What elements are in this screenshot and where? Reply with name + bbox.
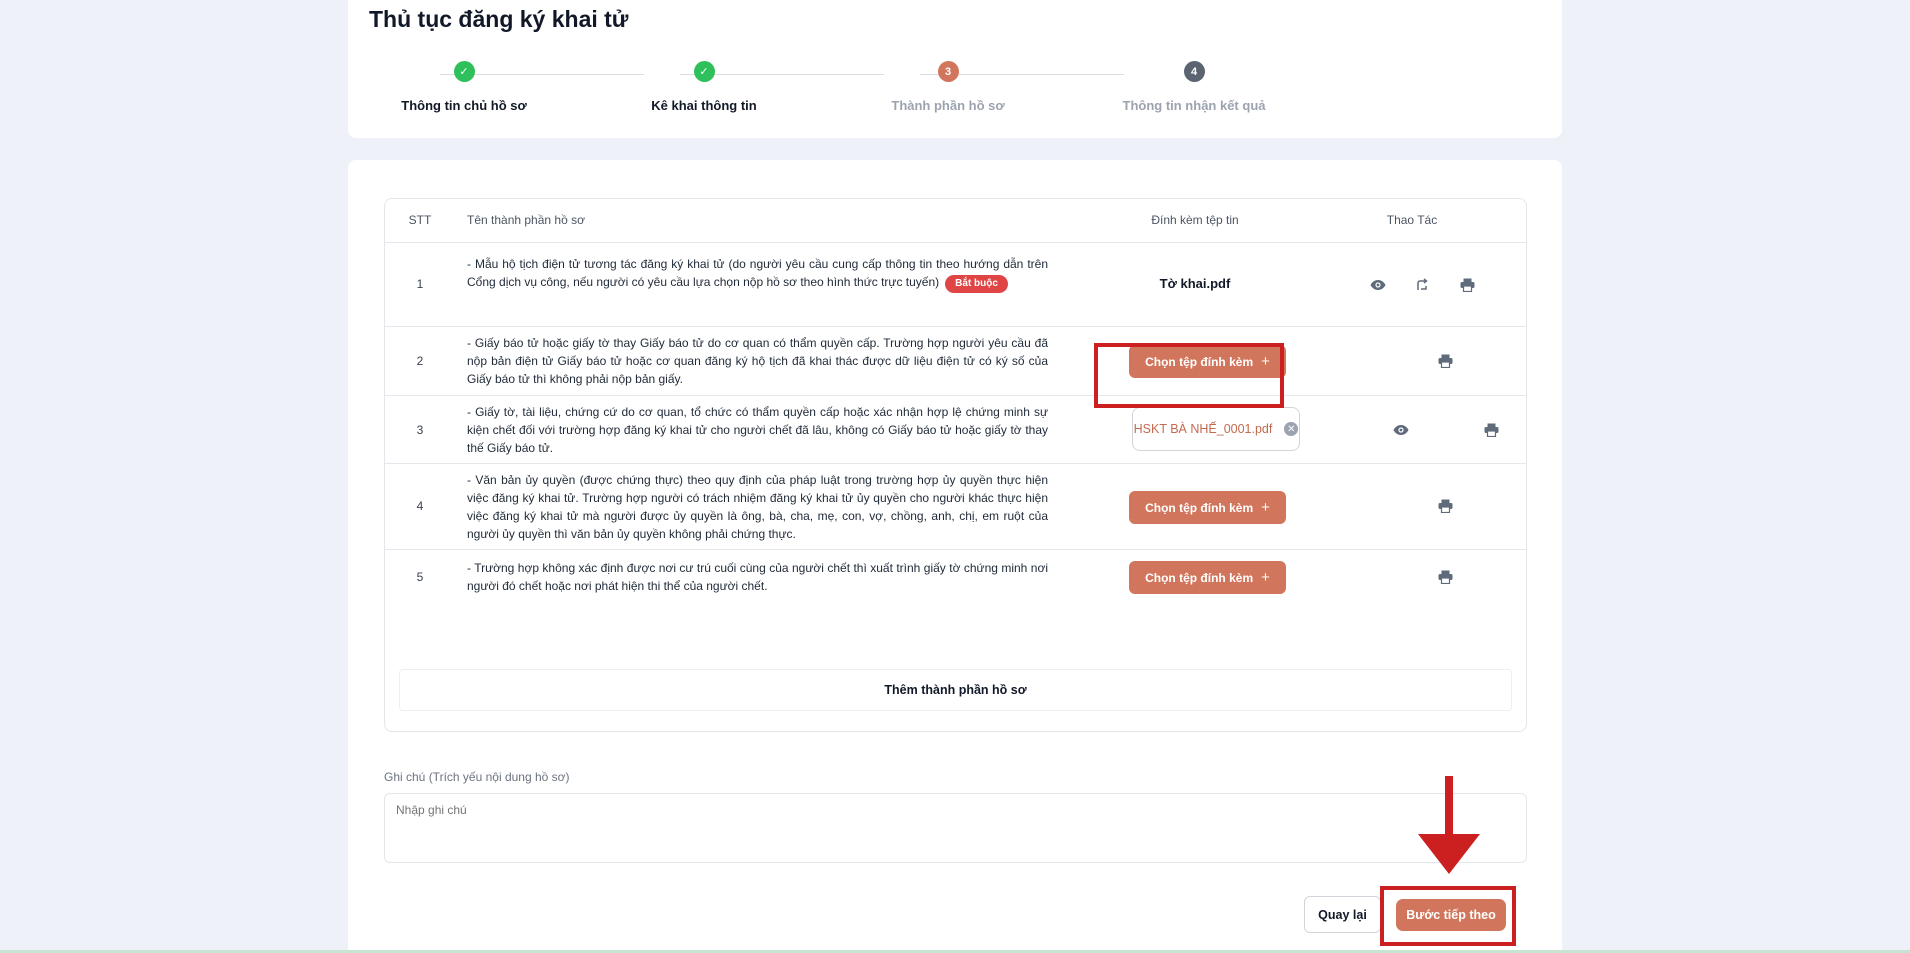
step-label: Thông tin chủ hồ sơ: [401, 98, 527, 113]
step-number: 4: [1183, 61, 1205, 82]
note-textarea[interactable]: [384, 793, 1527, 863]
step-label: Thông tin nhận kết quả: [1122, 98, 1266, 113]
note-label: Ghi chú (Trích yếu nội dung hồ sơ): [384, 770, 570, 784]
arrow-down-icon: [1418, 776, 1480, 874]
document-name: - Trường hợp không xác định được nơi cư …: [467, 561, 1048, 593]
documents-card: STT Tên thành phần hồ sơ Đính kèm tệp ti…: [348, 160, 1562, 953]
step-declare-info[interactable]: ✓ Kê khai thông tin: [584, 61, 824, 113]
column-attachment: Đính kèm tệp tin: [1151, 213, 1239, 227]
printer-icon[interactable]: [1437, 498, 1453, 514]
back-button[interactable]: Quay lại: [1304, 896, 1381, 933]
document-name: - Mẫu hộ tịch điện tử tương tác đăng ký …: [467, 255, 1048, 293]
table-row: 5 - Trường hợp không xác định được nơi c…: [385, 549, 1526, 603]
column-actions: Thao Tác: [1386, 213, 1438, 227]
printer-icon[interactable]: [1483, 422, 1499, 438]
printer-icon[interactable]: [1437, 353, 1453, 369]
required-badge: Bắt buộc: [945, 275, 1008, 293]
attached-file-link[interactable]: Tờ khai.pdf: [1105, 276, 1285, 291]
table-row: 2 - Giấy báo tử hoặc giấy tờ thay Giấy b…: [385, 326, 1526, 395]
attached-file-chip[interactable]: HSKT BÀ NHẾ_0001.pdf ✕: [1132, 407, 1300, 451]
table-header: STT Tên thành phần hồ sơ Đính kèm tệp ti…: [385, 199, 1526, 242]
replace-icon[interactable]: [1414, 277, 1430, 293]
step-label: Thành phần hồ sơ: [891, 98, 1005, 113]
row-number: 4: [416, 499, 424, 513]
highlight-box-next-button: [1380, 886, 1516, 946]
add-document-button[interactable]: Thêm thành phần hồ sơ: [399, 669, 1512, 711]
choose-file-button[interactable]: Chọn tệp đính kèm +: [1129, 491, 1286, 524]
document-name: - Giấy tờ, tài liệu, chứng cứ do cơ quan…: [467, 405, 1048, 455]
check-icon: ✓: [693, 61, 715, 82]
step-receive-result[interactable]: 4 Thông tin nhận kết quả: [1074, 61, 1314, 113]
column-stt: STT: [408, 213, 432, 227]
documents-table: STT Tên thành phần hồ sơ Đính kèm tệp ti…: [384, 198, 1527, 732]
plus-icon: +: [1261, 569, 1270, 586]
table-row: 1 - Mẫu hộ tịch điện tử tương tác đăng k…: [385, 242, 1526, 326]
check-icon: ✓: [453, 61, 475, 82]
eye-icon[interactable]: [1393, 422, 1409, 438]
column-name: Tên thành phần hồ sơ: [467, 213, 585, 227]
highlight-box-attached-file: [1094, 343, 1284, 408]
row-number: 2: [416, 354, 424, 368]
choose-file-button[interactable]: Chọn tệp đính kèm +: [1129, 561, 1286, 594]
step-number: 3: [937, 61, 959, 82]
row-number: 3: [416, 423, 424, 437]
choose-file-label: Chọn tệp đính kèm: [1145, 570, 1254, 585]
document-name: - Văn bản ủy quyền (được chứng thực) the…: [467, 473, 1048, 541]
printer-icon[interactable]: [1459, 277, 1475, 293]
printer-icon[interactable]: [1437, 569, 1453, 585]
table-row: 3 - Giấy tờ, tài liệu, chứng cứ do cơ qu…: [385, 395, 1526, 463]
row-number: 5: [416, 570, 424, 584]
plus-icon: +: [1261, 499, 1270, 516]
close-circle-icon[interactable]: ✕: [1284, 422, 1299, 436]
choose-file-label: Chọn tệp đính kèm: [1145, 500, 1254, 515]
attached-file-name: HSKT BÀ NHẾ_0001.pdf: [1133, 422, 1273, 436]
row-number: 1: [416, 277, 424, 291]
step-documents[interactable]: 3 Thành phần hồ sơ: [828, 61, 1068, 113]
stepper-card: Thủ tục đăng ký khai tử ✓ Thông tin chủ …: [348, 0, 1562, 138]
document-name: - Giấy báo tử hoặc giấy tờ thay Giấy báo…: [467, 336, 1048, 386]
page-title: Thủ tục đăng ký khai tử: [369, 6, 629, 32]
step-owner-info[interactable]: ✓ Thông tin chủ hồ sơ: [344, 61, 584, 113]
table-row: 4 - Văn bản ủy quyền (được chứng thực) t…: [385, 463, 1526, 549]
eye-icon[interactable]: [1370, 277, 1386, 293]
step-label: Kê khai thông tin: [651, 98, 757, 113]
